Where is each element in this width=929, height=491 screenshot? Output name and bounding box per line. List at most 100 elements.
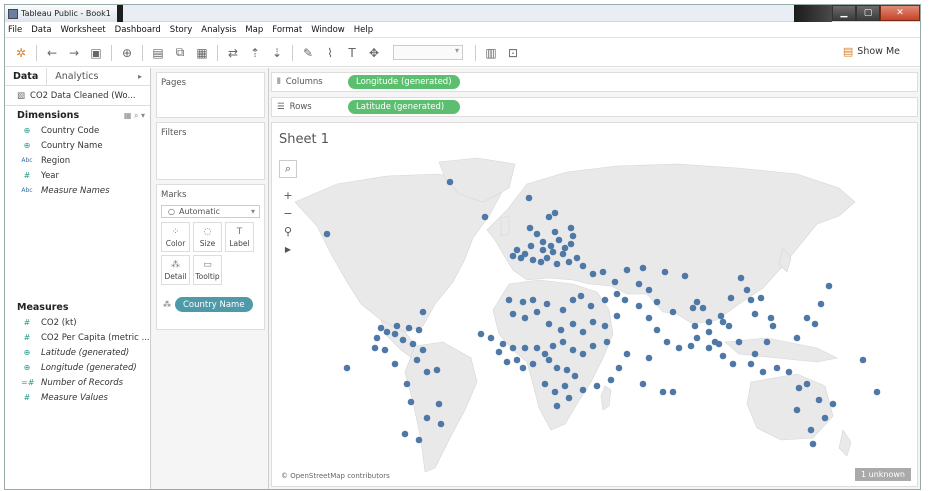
country-mark[interactable] (481, 213, 489, 221)
save-button[interactable]: ▣ (85, 43, 107, 63)
unknown-indicator[interactable]: 1 unknown (855, 468, 911, 481)
country-mark[interactable] (693, 334, 701, 342)
zoom-out-button[interactable]: − (279, 204, 297, 222)
country-mark[interactable] (509, 344, 517, 352)
country-mark[interactable] (603, 338, 611, 346)
country-mark[interactable] (751, 350, 759, 358)
country-mark[interactable] (543, 254, 551, 262)
country-mark[interactable] (391, 330, 399, 338)
country-mark[interactable] (415, 326, 423, 334)
country-mark[interactable] (569, 232, 577, 240)
country-mark[interactable] (423, 414, 431, 422)
country-mark[interactable] (613, 312, 621, 320)
country-mark[interactable] (735, 338, 743, 346)
country-mark[interactable] (569, 346, 577, 354)
color-button[interactable]: ⁘ Color (161, 222, 190, 252)
country-mark[interactable] (551, 209, 559, 217)
country-mark[interactable] (579, 386, 587, 394)
columns-shelf[interactable]: ⦀ Columns Longitude (generated) (271, 72, 918, 92)
country-mark[interactable] (405, 324, 413, 332)
country-mark[interactable] (623, 350, 631, 358)
undo-button[interactable]: ← (41, 43, 63, 63)
fit-dropdown[interactable] (393, 45, 463, 60)
country-mark[interactable] (521, 314, 529, 322)
country-mark[interactable] (729, 360, 737, 368)
country-mark[interactable] (579, 350, 587, 358)
country-mark[interactable] (699, 304, 707, 312)
country-mark[interactable] (829, 400, 837, 408)
size-button[interactable]: ◌ Size (193, 222, 222, 252)
country-mark[interactable] (553, 364, 561, 372)
country-mark[interactable] (526, 224, 534, 232)
menu-file[interactable]: File (8, 25, 22, 35)
sort-ascending-button[interactable]: ⇡ (244, 43, 266, 63)
menu-story[interactable]: Story (170, 25, 192, 35)
country-mark[interactable] (503, 358, 511, 366)
country-mark[interactable] (773, 364, 781, 372)
pages-card[interactable]: Pages (156, 72, 265, 118)
country-mark[interactable] (555, 236, 563, 244)
country-mark[interactable] (811, 320, 819, 328)
longitude-pill[interactable]: Longitude (generated) (348, 75, 460, 89)
country-mark[interactable] (705, 318, 713, 326)
country-mark[interactable] (559, 338, 567, 346)
country-mark[interactable] (859, 356, 867, 364)
country-mark[interactable] (371, 344, 379, 352)
country-mark[interactable] (661, 268, 669, 276)
menu-map[interactable]: Map (245, 25, 263, 35)
pin-map-button[interactable]: ⚲ (279, 222, 297, 240)
show-labels-button[interactable]: T (341, 43, 363, 63)
country-mark[interactable] (589, 342, 597, 350)
new-worksheet-button[interactable]: ▤ (147, 43, 169, 63)
country-mark[interactable] (567, 240, 575, 248)
world-map[interactable] (277, 154, 915, 481)
country-mark[interactable] (645, 314, 653, 322)
country-mark[interactable] (446, 178, 454, 186)
country-mark[interactable] (391, 360, 399, 368)
country-mark[interactable] (509, 310, 517, 318)
country-mark[interactable] (645, 286, 653, 294)
country-mark[interactable] (717, 312, 725, 320)
country-mark[interactable] (557, 326, 565, 334)
country-mark[interactable] (793, 406, 801, 414)
country-mark[interactable] (505, 296, 513, 304)
country-mark[interactable] (519, 298, 527, 306)
map-search-button[interactable]: ⌕ (279, 160, 297, 178)
country-mark[interactable] (521, 344, 529, 352)
country-mark[interactable] (569, 320, 577, 328)
country-mark[interactable] (393, 322, 401, 330)
country-mark[interactable] (785, 368, 793, 376)
country-mark[interactable] (719, 352, 727, 360)
country-mark[interactable] (525, 194, 533, 202)
country-mark[interactable] (373, 334, 381, 342)
country-mark[interactable] (821, 414, 829, 422)
map-attribution[interactable]: © OpenStreetMap contributors (281, 472, 390, 480)
filters-card[interactable]: Filters (156, 122, 265, 180)
country-mark[interactable] (769, 322, 777, 330)
menu-worksheet[interactable]: Worksheet (61, 25, 106, 35)
country-mark[interactable] (807, 426, 815, 434)
country-mark[interactable] (803, 314, 811, 322)
country-mark[interactable] (509, 252, 517, 260)
country-mark[interactable] (437, 420, 445, 428)
country-mark[interactable] (533, 230, 541, 238)
measure-field[interactable]: # Measure Values (5, 390, 150, 405)
country-mark[interactable] (541, 380, 549, 388)
country-mark[interactable] (407, 398, 415, 406)
mark-type-dropdown[interactable]: ○ Automatic (161, 205, 260, 218)
minimize-button[interactable]: ▁ (832, 5, 856, 21)
country-mark[interactable] (409, 340, 417, 348)
country-mark[interactable] (737, 274, 745, 282)
country-mark[interactable] (767, 314, 775, 322)
country-mark[interactable] (639, 264, 647, 272)
country-mark[interactable] (635, 280, 643, 288)
country-mark[interactable] (653, 298, 661, 306)
country-mark[interactable] (727, 294, 735, 302)
country-mark[interactable] (433, 366, 441, 374)
country-mark[interactable] (763, 338, 771, 346)
measure-field[interactable]: # CO2 (kt) (5, 315, 150, 330)
country-mark[interactable] (567, 224, 575, 232)
country-mark[interactable] (593, 382, 601, 390)
country-mark[interactable] (517, 254, 525, 262)
country-mark[interactable] (561, 244, 569, 252)
